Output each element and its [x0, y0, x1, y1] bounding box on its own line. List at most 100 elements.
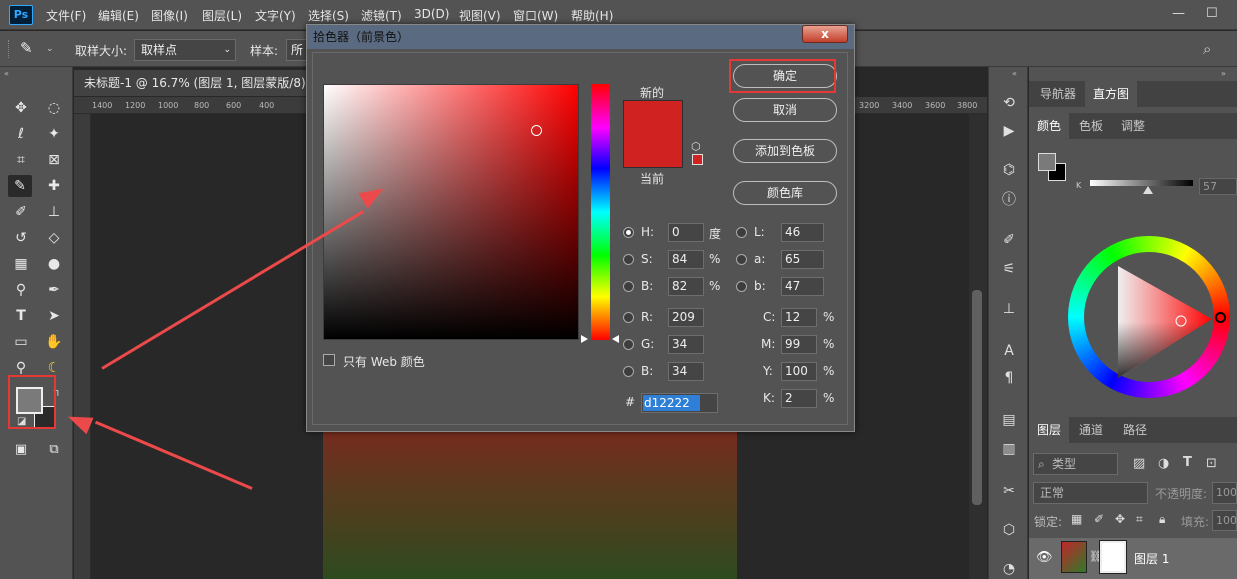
web-colors-checkbox[interactable] — [323, 354, 335, 366]
eraser-tool-icon[interactable]: ◇ — [42, 227, 66, 249]
history-icon[interactable]: ⟲ — [1000, 94, 1018, 112]
menu-type[interactable]: 文字(Y) — [255, 7, 296, 24]
menu-layer[interactable]: 图层(L) — [202, 7, 242, 24]
g-field[interactable]: 34 — [668, 335, 704, 354]
menu-image[interactable]: 图像(I) — [151, 7, 188, 24]
menu-filter[interactable]: 滤镜(T) — [361, 7, 402, 24]
adjust-icon[interactable]: ⚟ — [1000, 260, 1018, 278]
hue-arrow-left-icon[interactable] — [581, 335, 588, 343]
layer-name[interactable]: 图层 1 — [1134, 550, 1169, 567]
cancel-button[interactable]: 取消 — [733, 98, 837, 122]
paragraph-icon[interactable]: ¶ — [1000, 369, 1018, 387]
quick-mask-icon[interactable]: ▣ — [9, 439, 33, 461]
collapse-icon[interactable]: « — [1012, 69, 1017, 78]
hue-radio[interactable] — [623, 227, 634, 238]
hand-tool-icon[interactable]: ✋ — [42, 331, 66, 353]
hex-value-selected[interactable]: d12222 — [643, 395, 700, 411]
menu-view[interactable]: 视图(V) — [459, 7, 501, 24]
magic-wand-icon[interactable]: ✦ — [42, 123, 66, 145]
b-field[interactable]: 82 — [668, 277, 704, 296]
minimize-button[interactable]: — — [1172, 6, 1185, 21]
menu-file[interactable]: 文件(F) — [46, 7, 86, 24]
blur-tool-icon[interactable]: ● — [42, 253, 66, 275]
blend-mode-select[interactable]: 正常 — [1033, 482, 1148, 504]
path-select-icon[interactable]: ➤ — [42, 305, 66, 327]
blue-radio[interactable] — [623, 366, 634, 377]
history-brush-icon[interactable]: ↺ — [9, 227, 33, 249]
document-canvas[interactable] — [323, 425, 737, 579]
rectangle-tool-icon[interactable]: ▭ — [9, 331, 33, 353]
image-filter-icon[interactable]: ▨ — [1133, 456, 1145, 471]
menu-help[interactable]: 帮助(H) — [571, 7, 613, 24]
red-radio[interactable] — [623, 312, 634, 323]
clone-stamp-icon[interactable]: ⊥ — [42, 201, 66, 223]
lasso-tool-icon[interactable]: ℓ — [9, 123, 33, 145]
opacity-field[interactable]: 100% — [1212, 482, 1237, 504]
character-icon[interactable]: A — [1000, 342, 1018, 360]
search-icon[interactable]: ⌕ — [1203, 40, 1211, 58]
color-libraries-button[interactable]: 颜色库 — [733, 181, 837, 205]
eyedropper-icon[interactable]: ✎ — [20, 39, 33, 57]
chevron-down-icon[interactable]: ⌄ — [46, 44, 54, 54]
close-button[interactable]: x — [802, 25, 848, 43]
screen-mode-icon[interactable]: ⧉ — [42, 439, 66, 461]
l-radio[interactable] — [736, 227, 747, 238]
tab-paths[interactable]: 路径 — [1115, 417, 1155, 443]
lock-brush-icon[interactable]: ✐ — [1094, 512, 1104, 526]
k-cmyk-field[interactable]: 2 — [781, 389, 817, 408]
lock-artboard-icon[interactable]: ⌗ — [1136, 512, 1143, 527]
lock-pixels-icon[interactable]: ▦ — [1071, 512, 1082, 526]
a-radio[interactable] — [736, 254, 747, 265]
menu-select[interactable]: 选择(S) — [308, 7, 349, 24]
shape-filter-icon[interactable]: ⊡ — [1206, 456, 1217, 471]
clone-source-icon[interactable]: ⊥ — [1000, 300, 1018, 318]
fill-field[interactable]: 100% — [1212, 510, 1237, 531]
panel-fg-swatch[interactable] — [1038, 153, 1056, 171]
tab-histogram[interactable]: 直方图 — [1085, 81, 1138, 107]
tools-icon[interactable]: ✂ — [1000, 482, 1018, 500]
cube-icon[interactable]: ⬡ — [1000, 521, 1018, 539]
hue-arrow-right-icon[interactable] — [612, 335, 619, 343]
scrollbar-thumb[interactable] — [972, 290, 982, 505]
menu-window[interactable]: 窗口(W) — [513, 7, 558, 24]
s-field[interactable]: 84 — [668, 250, 704, 269]
glyphs-icon[interactable]: ▤ — [1000, 411, 1018, 429]
menu-3d[interactable]: 3D(D) — [414, 7, 449, 21]
add-to-swatches-button[interactable]: 添加到色板 — [733, 139, 837, 163]
green-radio[interactable] — [623, 339, 634, 350]
hue-wheel-marker[interactable] — [1215, 312, 1226, 323]
brush-tool-icon[interactable]: ✐ — [9, 201, 33, 223]
tab-channels[interactable]: 通道 — [1071, 417, 1111, 443]
tab-navigator[interactable]: 导航器 — [1032, 81, 1084, 107]
color-triangle[interactable] — [1110, 262, 1220, 382]
r-field[interactable]: 209 — [668, 308, 704, 327]
h-field[interactable]: 0 — [668, 223, 704, 242]
tab-color[interactable]: 颜色 — [1029, 113, 1070, 139]
move-tool-icon[interactable]: ✥ — [9, 97, 33, 119]
slider-handle-icon[interactable] — [1143, 186, 1153, 194]
maximize-button[interactable]: ☐ — [1206, 6, 1218, 21]
k-value-field[interactable]: 57 — [1199, 178, 1237, 195]
tab-swatches[interactable]: 色板 — [1071, 113, 1111, 139]
type-filter-icon[interactable]: T — [1183, 455, 1192, 470]
eyedropper-tool-icon[interactable]: ✎ — [8, 175, 32, 197]
web-safe-swatch[interactable] — [692, 154, 703, 165]
tab-adjustments[interactable]: 调整 — [1113, 113, 1153, 139]
layer-mask-thumbnail[interactable] — [1099, 540, 1127, 574]
hue-icon[interactable]: ◔ — [1000, 560, 1018, 578]
gradient-tool-icon[interactable]: ▦ — [9, 253, 33, 275]
lock-all-icon[interactable]: 🔒︎ — [1159, 512, 1165, 527]
saturation-radio[interactable] — [623, 254, 634, 265]
notes-icon[interactable]: ▥ — [1000, 440, 1018, 458]
lab-b-radio[interactable] — [736, 281, 747, 292]
adjustment-filter-icon[interactable]: ◑ — [1158, 456, 1169, 471]
collapse-icon[interactable]: » — [1221, 69, 1226, 78]
pen-tool-icon[interactable]: ✒ — [42, 279, 66, 301]
frame-tool-icon[interactable]: ⊠ — [42, 149, 66, 171]
3d-icon[interactable]: ⌬ — [1000, 161, 1018, 179]
c-field[interactable]: 12 — [781, 308, 817, 327]
blue-field[interactable]: 34 — [668, 362, 704, 381]
brightness-radio[interactable] — [623, 281, 634, 292]
lab-b-field[interactable]: 47 — [781, 277, 824, 296]
layer-kind-filter[interactable]: ⌕ 类型 — [1033, 453, 1118, 475]
